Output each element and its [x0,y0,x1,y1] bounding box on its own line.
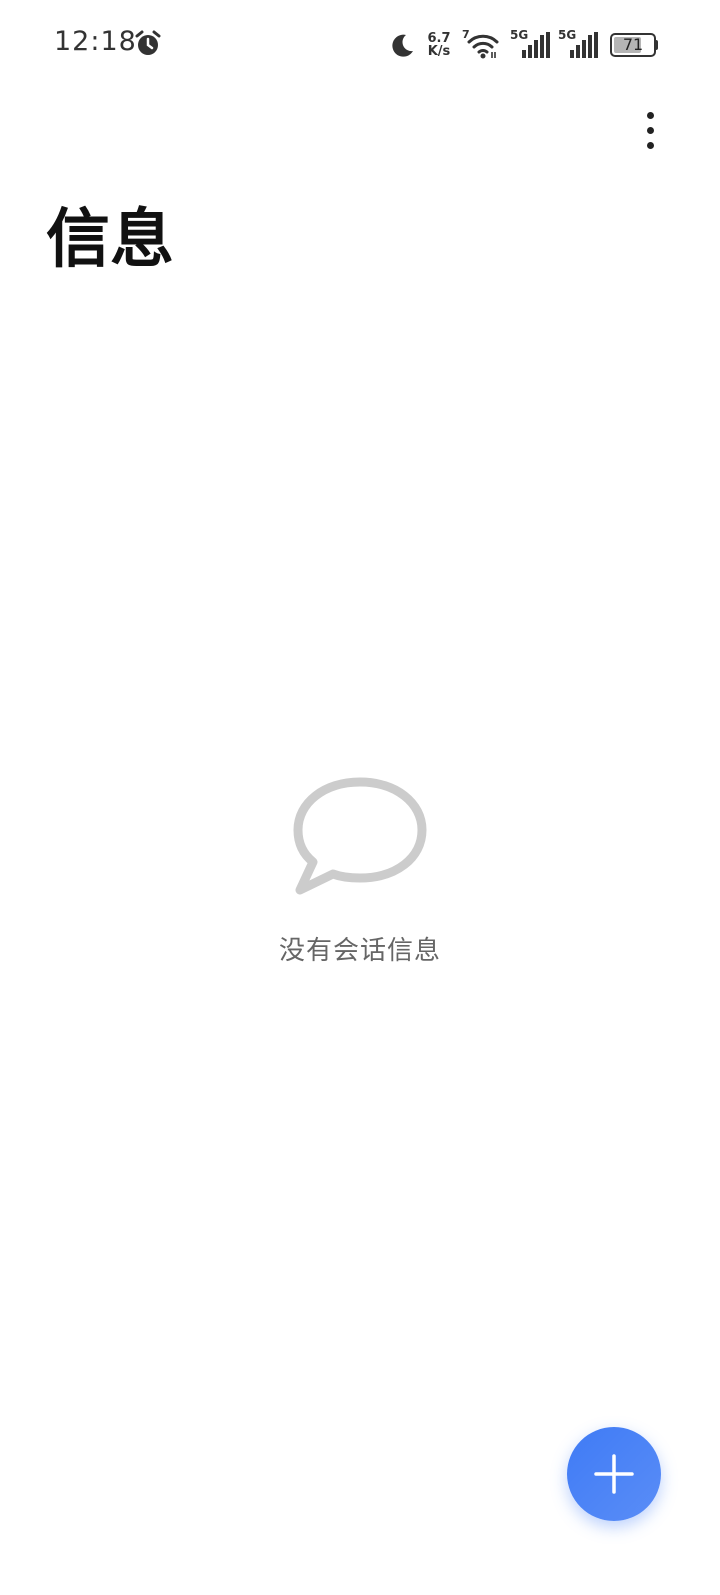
plus-icon [594,1454,634,1494]
empty-state: 没有会话信息 [0,770,720,967]
network-speed-unit: K/s [427,44,451,59]
empty-state-message: 没有会话信息 [278,936,441,966]
more-vertical-icon-dot [646,141,654,149]
battery-tip [655,40,658,50]
signal-status-1: 5G [510,28,550,60]
signal-icon [522,32,550,58]
signal-status-2: 5G [558,28,598,60]
status-icons: 6.7 K/s 7 5G 5G 71 [388,28,658,62]
wifi-icon [467,34,499,59]
battery-icon: 71 [610,33,658,57]
more-options-button[interactable] [626,104,674,156]
battery-level: 71 [622,35,644,54]
network-speed: 6.7 K/s [424,32,454,58]
status-time: 12:18 [54,26,137,57]
more-vertical-icon [646,111,654,119]
page-title: 信息 [46,203,174,277]
moon-icon [392,34,413,57]
new-message-button[interactable] [567,1427,661,1521]
signal-icon [570,32,598,58]
alarm-icon [135,30,161,55]
status-bar: 12:18 6.7 K/s 7 5G 5G 71 [0,0,720,90]
more-vertical-icon-dot [646,126,654,134]
chat-bubble-icon [293,777,427,895]
wifi-status: 7 [462,28,502,60]
battery-body: 71 [610,33,656,57]
